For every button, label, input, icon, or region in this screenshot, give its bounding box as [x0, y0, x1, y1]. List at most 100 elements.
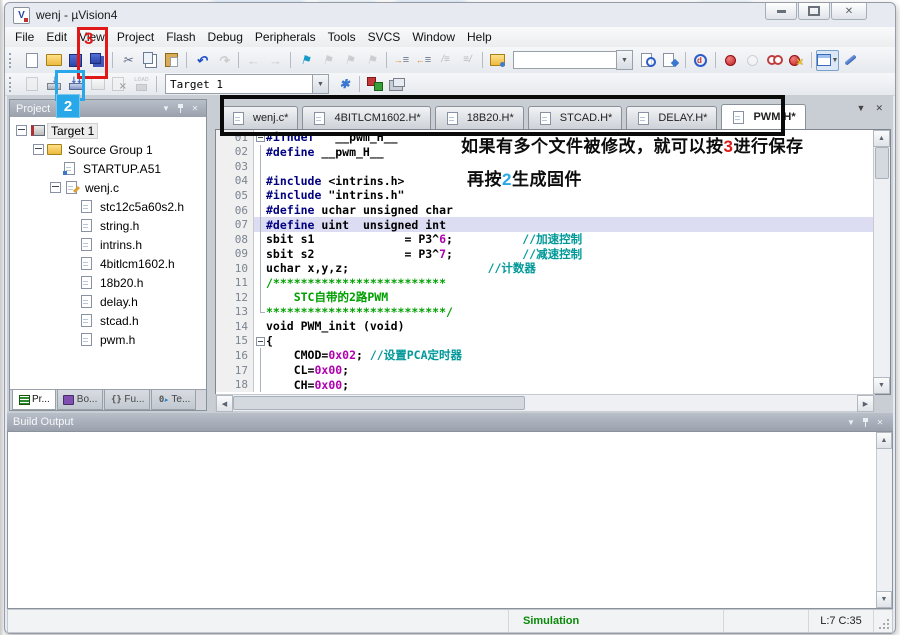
menu-flash[interactable]: Flash	[160, 28, 201, 46]
tree-item-delay-h[interactable]: delay.h	[10, 292, 206, 311]
tree-expander-icon[interactable]	[16, 125, 27, 136]
window-layout-dropdown[interactable]: ▼	[816, 50, 839, 71]
build-output-body[interactable]: ▲ ▼	[7, 431, 893, 609]
page-left-edge	[0, 0, 3, 635]
panel-tab-pr[interactable]: Pr...	[12, 390, 56, 410]
tree-item-stcad-h[interactable]: stcad.h	[10, 311, 206, 330]
menu-window[interactable]: Window	[406, 28, 461, 46]
toolbar-grip[interactable]	[9, 77, 16, 92]
scroll-right-icon[interactable]: ▶	[857, 395, 874, 412]
tree-item-stc12c5a60s2-h[interactable]: stc12c5a60s2.h	[10, 197, 206, 216]
panel-tab-bo[interactable]: Bo...	[57, 390, 104, 410]
outdent-icon[interactable]	[413, 51, 434, 70]
tab-close-icon[interactable]: ✕	[875, 103, 883, 114]
tree-item-wenj-c[interactable]: wenj.c	[10, 178, 206, 197]
scroll-left-icon[interactable]: ◀	[216, 395, 233, 412]
cut-icon[interactable]	[117, 51, 138, 70]
stop-build-icon[interactable]	[109, 75, 130, 94]
indent-icon[interactable]	[391, 51, 412, 70]
configure-tools-icon[interactable]	[487, 51, 508, 70]
close-button[interactable]: ✕	[831, 3, 867, 20]
resize-grip[interactable]	[874, 610, 892, 632]
minimize-button[interactable]	[765, 3, 797, 20]
panel-menu-icon[interactable]: ▼	[159, 104, 173, 113]
tree-item-string-h[interactable]: string.h	[10, 216, 206, 235]
tree-item-4bitlcm1602-h[interactable]: 4bitlcm1602.h	[10, 254, 206, 273]
bookmark-toggle-icon[interactable]	[295, 51, 316, 70]
bookmark-clear-icon[interactable]	[361, 51, 382, 70]
panel-close-icon[interactable]: ✕	[873, 418, 887, 427]
menu-project[interactable]: Project	[111, 28, 160, 46]
menu-debug[interactable]: Debug	[202, 28, 249, 46]
editor-horizontal-scrollbar[interactable]: ◀ ▶	[215, 394, 875, 411]
find-in-files-icon[interactable]	[638, 51, 659, 70]
bookmark-next-icon[interactable]	[317, 51, 338, 70]
line-number: 10	[216, 261, 254, 276]
scroll-down-icon[interactable]: ▼	[876, 591, 892, 608]
open-file-icon[interactable]	[43, 51, 64, 70]
tree-item-target-1[interactable]: Target 1	[10, 121, 206, 140]
breakpoint-toggle-icon[interactable]	[720, 51, 741, 70]
scroll-up-icon[interactable]: ▲	[873, 130, 890, 147]
bookmark-prev-icon[interactable]	[339, 51, 360, 70]
tab-list-dropdown-icon[interactable]: ▼	[857, 103, 866, 114]
paste-icon[interactable]	[161, 51, 182, 70]
pin-icon[interactable]	[178, 104, 183, 113]
tree-item-source-group-1[interactable]: Source Group 1	[10, 140, 206, 159]
line-number: 09	[216, 246, 254, 261]
breakpoint-disable-all-icon[interactable]	[764, 51, 785, 70]
tree-expander-icon[interactable]	[50, 182, 61, 193]
navigate-forward-icon[interactable]	[265, 51, 286, 70]
uncomment-icon[interactable]	[457, 51, 478, 70]
breakpoint-disable-icon[interactable]	[742, 51, 763, 70]
breakpoint-kill-all-icon[interactable]	[786, 51, 807, 70]
panel-menu-icon[interactable]: ▼	[844, 418, 858, 427]
menu-help[interactable]: Help	[461, 28, 498, 46]
tree-item-18b20-h[interactable]: 18b20.h	[10, 273, 206, 292]
manage-components-icon[interactable]	[364, 75, 385, 94]
code-coverage-icon[interactable]	[690, 51, 711, 70]
toolbar-grip[interactable]	[9, 53, 16, 68]
menu-svcs[interactable]: SVCS	[362, 28, 407, 46]
tree-item-label: 4bitlcm1602.h	[97, 257, 178, 271]
search-input[interactable]	[513, 51, 616, 69]
copy-icon[interactable]	[139, 51, 160, 70]
menu-bar: FileEditViewProjectFlashDebugPeripherals…	[5, 27, 895, 47]
panel-tab-fu[interactable]: Fu...	[104, 390, 150, 410]
target-select[interactable]: Target 1▼	[165, 75, 329, 93]
scroll-up-icon[interactable]: ▲	[876, 432, 892, 449]
tree-item-pwm-h[interactable]: pwm.h	[10, 330, 206, 349]
scrollbar-thumb[interactable]	[875, 147, 889, 179]
undo-icon[interactable]	[191, 51, 212, 70]
panel-close-icon[interactable]: ✕	[188, 104, 202, 113]
scrollbar-thumb[interactable]	[233, 396, 525, 410]
wrench-settings-icon[interactable]	[840, 51, 861, 70]
new-file-icon[interactable]	[21, 51, 42, 70]
title-bar[interactable]: V wenj - µVision4	[5, 3, 895, 27]
menu-file[interactable]: File	[9, 28, 40, 46]
menu-edit[interactable]: Edit	[40, 28, 73, 46]
translate-file-icon[interactable]	[21, 75, 42, 94]
menu-tools[interactable]: Tools	[322, 28, 362, 46]
restore-button[interactable]	[798, 3, 830, 20]
navigate-back-icon[interactable]	[243, 51, 264, 70]
project-tree: Target 1Source Group 1STARTUP.A51wenj.cs…	[10, 117, 206, 389]
search-dropdown-icon[interactable]: ▼	[616, 50, 633, 70]
comment-icon[interactable]	[435, 51, 456, 70]
target-options-icon[interactable]	[334, 75, 355, 94]
redo-icon[interactable]	[213, 51, 234, 70]
editor-vertical-scrollbar[interactable]: ▲ ▼	[873, 130, 890, 394]
scroll-down-icon[interactable]: ▼	[873, 377, 890, 394]
debug-session-icon[interactable]	[660, 51, 681, 70]
fold-marker-icon[interactable]	[254, 334, 266, 349]
panel-tab-te[interactable]: Te...	[151, 390, 196, 410]
build-output-scrollbar[interactable]: ▲ ▼	[876, 432, 892, 608]
pin-icon[interactable]	[863, 418, 868, 427]
tree-expander-icon[interactable]	[33, 144, 44, 155]
tree-item-startup-a51[interactable]: STARTUP.A51	[10, 159, 206, 178]
menu-peripherals[interactable]: Peripherals	[249, 28, 322, 46]
download-icon[interactable]	[131, 75, 152, 94]
target-dropdown-icon[interactable]: ▼	[312, 74, 329, 94]
file-extensions-icon[interactable]	[386, 75, 407, 94]
tree-item-intrins-h[interactable]: intrins.h	[10, 235, 206, 254]
